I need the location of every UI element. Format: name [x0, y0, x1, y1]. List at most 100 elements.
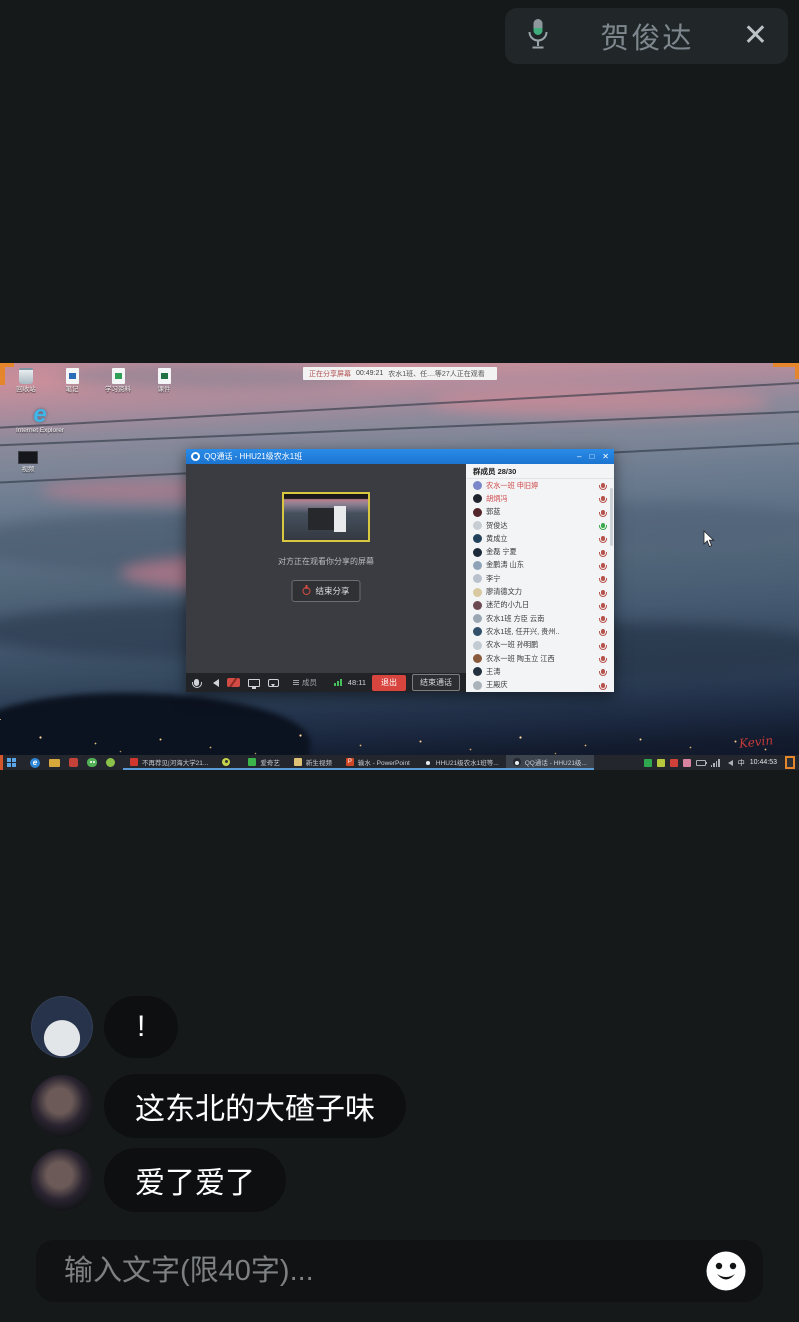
screen-preview-thumbnail[interactable]	[282, 492, 370, 542]
share-border-mark	[0, 363, 14, 367]
share-border-mark	[0, 755, 3, 770]
member-row[interactable]: 金磊 宁夏	[466, 545, 614, 558]
volume-icon[interactable]	[725, 759, 733, 766]
tray-app-icon[interactable]	[643, 758, 652, 767]
city-lights	[0, 719, 1, 720]
avatar	[473, 574, 482, 584]
member-row[interactable]: 王殿庆	[466, 678, 614, 691]
speaker-name: 贺俊达	[600, 23, 694, 55]
member-row[interactable]: 贺俊达	[466, 519, 614, 532]
preview-caption: 对方正在观看你分享的屏幕	[278, 557, 374, 566]
desktop-icon-doc2[interactable]: 学习资料	[100, 368, 136, 393]
shared-screen-view[interactable]: Kevin 回收站 笔记 学习资料 课件 e Internet Explorer…	[0, 363, 799, 770]
document-app-icon	[293, 757, 302, 766]
taskbar-item-powerpoint[interactable]: P 输水 - PowerPoint	[338, 755, 417, 770]
member-row[interactable]: 胡炳冯	[466, 492, 614, 505]
close-window-button[interactable]: ✕	[602, 452, 609, 461]
chat-icon[interactable]	[268, 678, 279, 687]
emoji-button[interactable]	[705, 1250, 747, 1292]
member-row[interactable]: 廖清德文力	[466, 585, 614, 598]
windows-taskbar: e 不再荐见|河海大学21... 爱奇艺 新生视频 P 输水 - PowerPo…	[0, 755, 799, 770]
tray-app-icon[interactable]	[656, 758, 665, 767]
network-icon[interactable]	[710, 758, 720, 767]
taskbar-item-qq-group[interactable]: HHU21级农水1班等...	[416, 755, 506, 770]
maximize-button[interactable]: □	[589, 452, 594, 461]
member-row[interactable]: 农水1班, 任开兴, 贵州..	[466, 625, 614, 638]
taskbar-clock[interactable]: 10:44:53	[750, 759, 777, 766]
battery-icon[interactable]	[695, 759, 708, 766]
avatar	[473, 534, 482, 544]
taskbar-item-qq-call[interactable]: QQ通话 - HHU21级...	[505, 755, 594, 770]
member-row[interactable]: 农水一班 申旧婷	[466, 479, 614, 492]
avatar[interactable]	[31, 996, 93, 1058]
taskbar-item-eye[interactable]	[215, 755, 242, 770]
taskbar-item-iqiyi[interactable]: 爱奇艺	[241, 755, 287, 770]
avatar	[473, 481, 482, 491]
wechat-icon[interactable]	[87, 758, 97, 767]
desktop-icon-doc1[interactable]: 笔记	[54, 368, 90, 393]
screen-share-icon[interactable]	[248, 678, 260, 689]
member-row[interactable]: 迷茫的小九日	[466, 599, 614, 612]
member-row[interactable]: 农水一班 陶玉立 江西	[466, 652, 614, 665]
taskbar-item-video[interactable]: 新生视频	[286, 755, 339, 770]
avatar	[473, 640, 482, 650]
end-share-button[interactable]: 结束分享	[291, 580, 361, 602]
avatar	[473, 680, 482, 690]
eye-app-icon	[222, 757, 231, 766]
avatar[interactable]	[31, 1075, 93, 1137]
chat-message: 这东北的大碴子味	[31, 1074, 406, 1138]
mic-muted-icon	[599, 616, 607, 624]
tray-app-icon[interactable]	[669, 758, 678, 767]
member-row[interactable]: 金鹏涛 山东	[466, 559, 614, 572]
mic-muted-icon	[599, 669, 607, 677]
tray-app-icon[interactable]	[682, 758, 691, 767]
message-input[interactable]	[64, 1254, 705, 1288]
input-method-indicator[interactable]: 中	[738, 758, 745, 768]
microphone-icon	[525, 17, 551, 56]
member-row[interactable]: 农水1班 方臣 云南	[466, 612, 614, 625]
pinned-app-icon[interactable]	[69, 758, 78, 767]
members-toggle[interactable]: 成员	[293, 677, 317, 688]
edge-icon[interactable]: e	[30, 757, 40, 768]
taskbar-item-browser[interactable]: 不再荐见|河海大学21...	[123, 755, 216, 770]
system-tray: 中 10:44:53	[640, 756, 799, 769]
message-bubble: 这东北的大碴子味	[104, 1074, 406, 1138]
sharing-status: 正在分享屏幕	[309, 370, 351, 378]
avatar[interactable]	[31, 1149, 93, 1211]
minimize-button[interactable]: –	[577, 452, 581, 461]
exit-button[interactable]: 退出	[372, 674, 406, 691]
close-icon[interactable]: ✕	[743, 21, 768, 51]
desktop-icon-video[interactable]: 视频	[8, 451, 48, 473]
qq-window-titlebar[interactable]: QQ通话 - HHU21级农水1班 – □ ✕	[186, 449, 614, 464]
call-timer: 48:11	[347, 678, 366, 687]
desktop-icon-doc3[interactable]: 课件	[146, 368, 182, 393]
mic-muted-icon	[599, 656, 607, 663]
qq-icon	[423, 757, 432, 766]
desktop-icon-recycle-bin[interactable]: 回收站	[8, 368, 44, 393]
show-desktop-button[interactable]	[785, 756, 795, 769]
qq-call-main-area: 对方正在观看你分享的屏幕 结束分享 成员 48:11 退出 结束通话	[186, 464, 466, 692]
camera-off-icon[interactable]	[227, 678, 240, 687]
member-row[interactable]: 黄成立	[466, 532, 614, 545]
share-border-mark	[795, 363, 799, 379]
member-row[interactable]: 王涛	[466, 665, 614, 678]
member-row[interactable]: 郭蓝	[466, 506, 614, 519]
mouse-cursor	[703, 530, 715, 553]
video-file-icon	[18, 451, 38, 464]
file-explorer-icon[interactable]	[49, 758, 60, 767]
member-row[interactable]: 李宁	[466, 572, 614, 585]
qq-call-window: QQ通话 - HHU21级农水1班 – □ ✕ 对方正在观看你分享的屏幕 结束分…	[186, 449, 614, 692]
pinned-app-icon[interactable]	[106, 758, 115, 767]
start-button[interactable]	[0, 755, 22, 770]
end-call-button[interactable]: 结束通话	[412, 674, 460, 691]
desktop-icon-internet-explorer[interactable]: e Internet Explorer	[10, 401, 70, 435]
mic-toggle-icon[interactable]	[191, 679, 202, 688]
list-icon	[293, 680, 299, 685]
internet-explorer-icon: e	[33, 401, 47, 428]
member-list-scrollbar[interactable]	[610, 488, 613, 546]
speaker-toggle-icon[interactable]	[209, 678, 219, 687]
avatar	[473, 654, 482, 663]
member-row[interactable]: 农水一班 孙明鹏	[466, 639, 614, 652]
message-bubble: 爱了爱了	[104, 1148, 286, 1212]
avatar	[473, 494, 482, 504]
